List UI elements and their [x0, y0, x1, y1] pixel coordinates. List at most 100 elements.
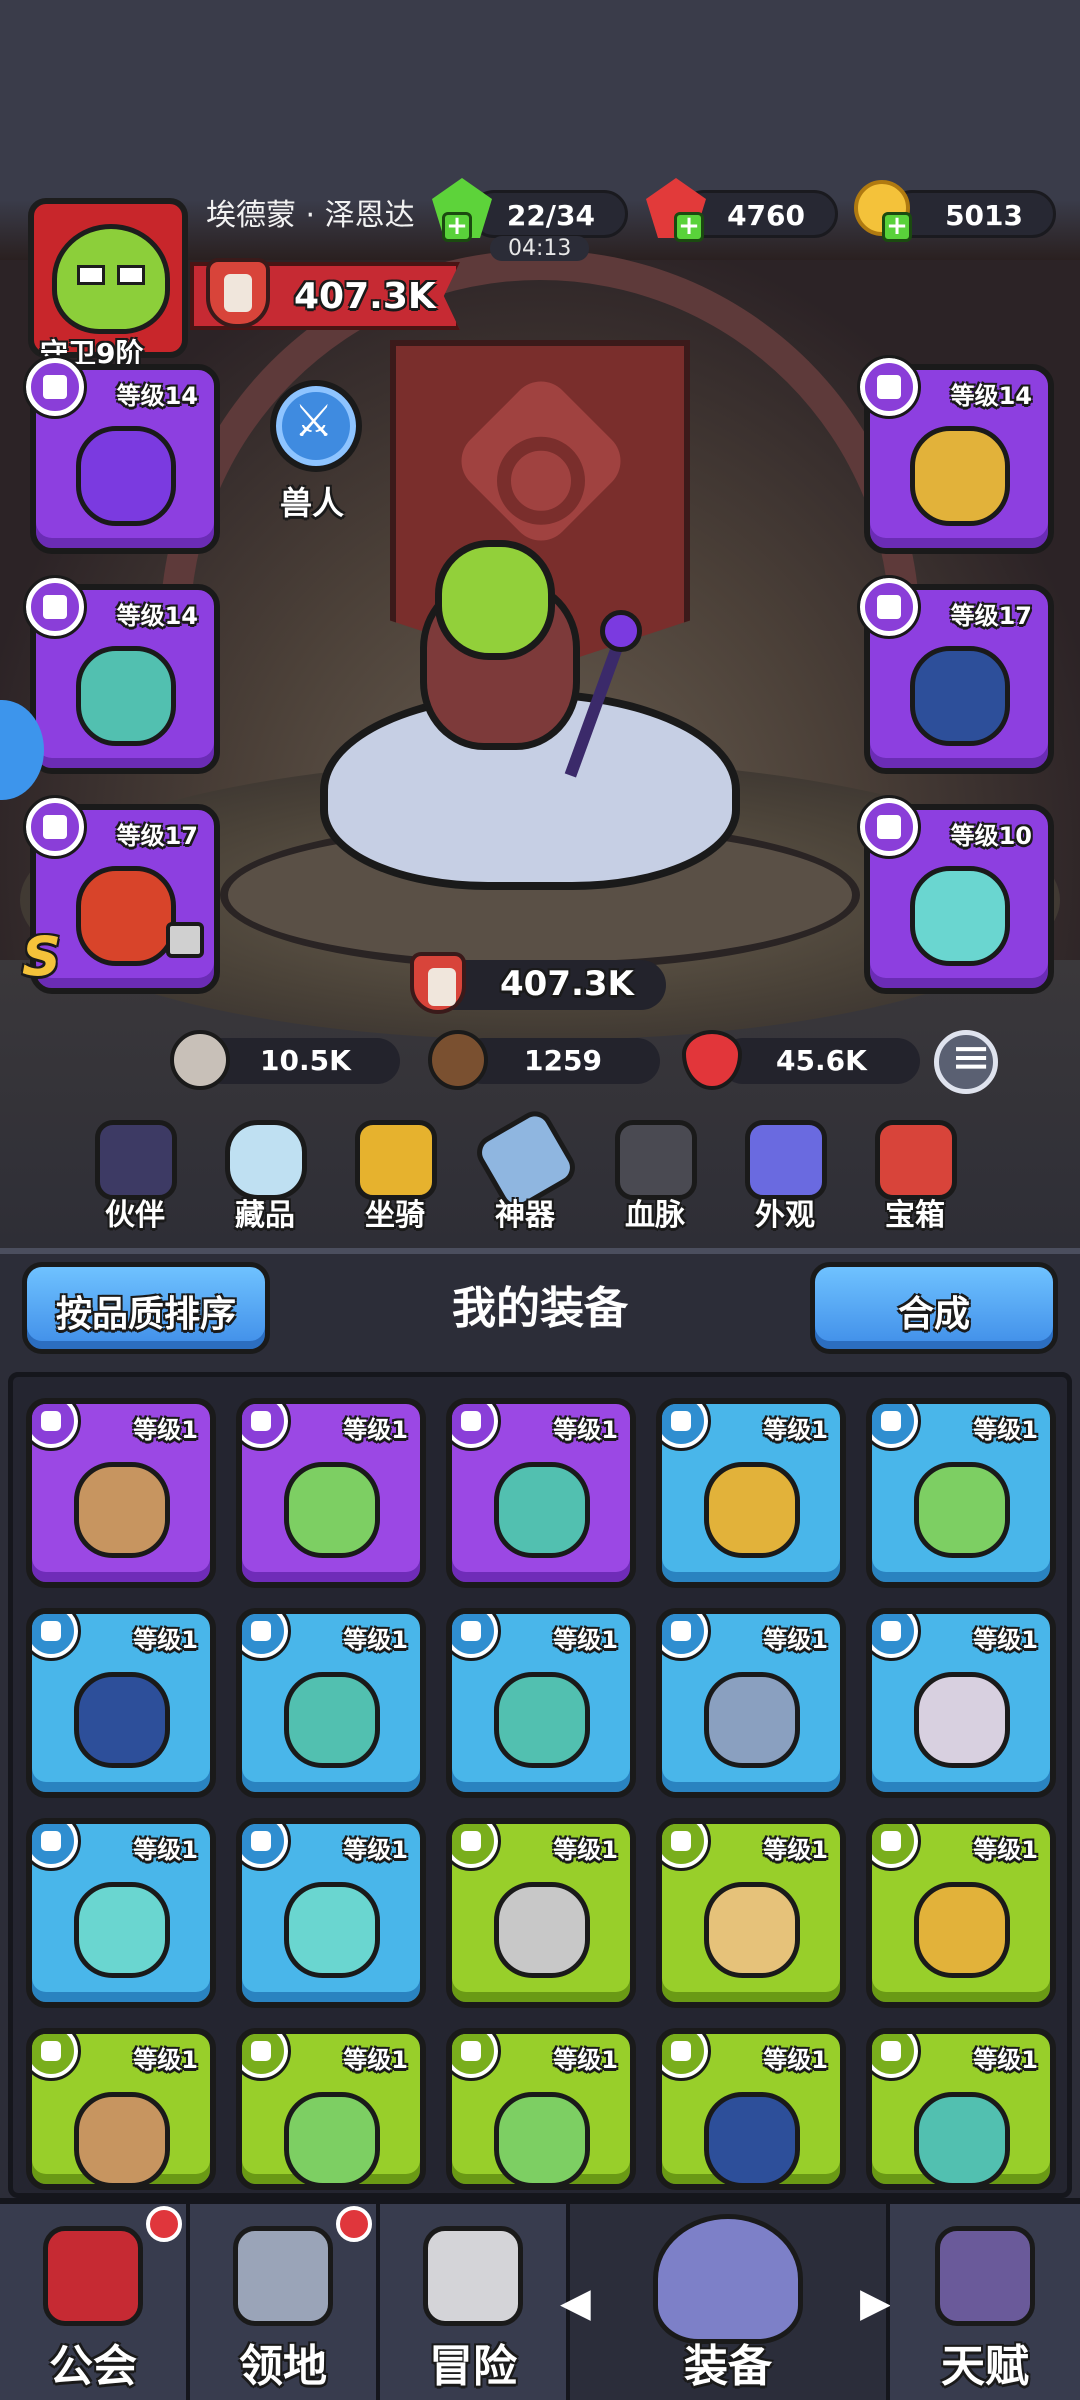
nav-label: 领地	[239, 2341, 327, 2392]
stats-detail-button[interactable]	[934, 1029, 998, 1094]
mask-amulet-icon	[910, 866, 1010, 966]
feature-chest[interactable]: 宝箱	[860, 1120, 970, 1240]
weapon-slot-icon	[23, 355, 87, 419]
item-slot-type-icon	[662, 2034, 711, 2081]
item-level: 等级1	[973, 1626, 1038, 1654]
inventory-item[interactable]: 等级1	[656, 2028, 846, 2190]
item-level: 等级1	[763, 1416, 828, 1444]
teal-ring-icon	[284, 1672, 380, 1768]
vest-icon	[74, 1462, 170, 1558]
gem-add-button[interactable]: +	[674, 212, 704, 242]
inventory-item[interactable]: 等级1	[26, 1818, 216, 2008]
inventory-item[interactable]: 等级1	[26, 1608, 216, 1798]
equip-slot-necklace-1[interactable]: 等级17 S	[22, 795, 220, 994]
inventory-item[interactable]: 等级1	[446, 1608, 636, 1798]
inventory-item[interactable]: 等级1	[236, 2028, 426, 2190]
inventory-item[interactable]: 等级1	[236, 1818, 426, 2008]
feature-label: 坐骑	[365, 1198, 425, 1233]
ring-icon	[76, 646, 176, 746]
power-axe-icon	[206, 258, 270, 328]
energy-pill[interactable]: 22/34	[470, 190, 628, 238]
nav-equipment[interactable]: 装备	[570, 2204, 890, 2400]
bloodline-crest-icon	[615, 1120, 697, 1200]
hammer-icon	[494, 1882, 590, 1978]
hp-value: 45.6K	[776, 1044, 867, 1077]
defense-value: 1259	[524, 1044, 602, 1077]
inventory-item[interactable]: 等级1	[866, 2028, 1056, 2190]
nav-left-arrow-icon: ◀	[560, 2280, 591, 2326]
green-ring-icon	[914, 1462, 1010, 1558]
nav-label: 公会	[49, 2341, 137, 2392]
item-slot-type-icon	[452, 1824, 501, 1871]
feature-label: 神器	[495, 1198, 555, 1233]
green-ring-icon	[284, 2092, 380, 2184]
item-slot-type-icon	[452, 2034, 501, 2081]
castle-icon	[233, 2226, 333, 2326]
item-slot-type-icon	[242, 1824, 291, 1871]
item-level: 等级1	[763, 1836, 828, 1864]
slot-level: 等级17	[116, 822, 198, 850]
feature-collection[interactable]: 藏品	[210, 1120, 320, 1240]
item-level: 等级1	[133, 1836, 198, 1864]
gold-pill[interactable]: 5013	[888, 190, 1056, 238]
defense-stat: 1259	[460, 1038, 660, 1084]
merge-button[interactable]: 合成	[810, 1262, 1058, 1354]
gold-value: 5013	[945, 199, 1023, 232]
helmet-icon	[653, 2214, 803, 2344]
gem-value: 4760	[727, 199, 805, 232]
inventory-item[interactable]: 等级1	[656, 1608, 846, 1798]
ring-slot-icon	[857, 575, 921, 639]
item-slot-type-icon	[242, 2034, 291, 2081]
item-level: 等级1	[343, 2046, 408, 2074]
feature-bloodline[interactable]: 血脉	[600, 1120, 710, 1240]
nav-adventure[interactable]: 冒险	[380, 2204, 570, 2400]
inventory-item[interactable]: 等级1	[866, 1818, 1056, 2008]
inventory-item[interactable]: 等级1	[656, 1398, 846, 1588]
feature-label: 外观	[755, 1198, 815, 1233]
hero-power-value: 407.3K	[500, 964, 634, 1004]
item-level: 等级1	[553, 1416, 618, 1444]
feature-appearance[interactable]: 外观	[730, 1120, 840, 1240]
dark-ring-icon	[704, 2092, 800, 2184]
slot-level: 等级14	[116, 382, 198, 410]
equip-slot-ring-2[interactable]: 等级17	[857, 575, 1054, 774]
mask-amulet-icon	[284, 1882, 380, 1978]
feature-companion[interactable]: 伙伴	[80, 1120, 190, 1240]
item-level: 等级1	[973, 2046, 1038, 2074]
item-slot-type-icon	[32, 2034, 81, 2081]
inventory-item[interactable]: 等级1	[656, 1818, 846, 2008]
inventory-item[interactable]: 等级1	[236, 1608, 426, 1798]
item-level: 等级1	[553, 1836, 618, 1864]
equip-slot-necklace-2[interactable]: 等级10	[857, 795, 1054, 994]
energy-add-button[interactable]: +	[442, 212, 472, 242]
horseshoe-icon	[355, 1120, 437, 1200]
player-power-value: 407.3K	[294, 276, 436, 317]
energy-value: 22/34	[506, 199, 595, 232]
lock-icon	[166, 922, 204, 958]
nav-talent[interactable]: 天赋	[890, 2204, 1080, 2400]
skull-amulet-icon	[914, 1672, 1010, 1768]
feature-artifact[interactable]: 神器	[470, 1104, 582, 1240]
inventory-item[interactable]: 等级1	[26, 1398, 216, 1588]
item-level: 等级1	[133, 1626, 198, 1654]
companion-icon	[95, 1120, 177, 1200]
inventory-item[interactable]: 等级1	[26, 2028, 216, 2190]
feature-mount[interactable]: 坐骑	[340, 1120, 450, 1240]
item-level: 等级1	[553, 1626, 618, 1654]
gold-add-button[interactable]: +	[882, 212, 912, 242]
inventory-item[interactable]: 等级1	[446, 1398, 636, 1588]
hero-character	[300, 500, 740, 940]
item-level: 等级1	[763, 1626, 828, 1654]
talent-book-icon	[935, 2226, 1035, 2326]
equip-slot-ring-1[interactable]: 等级14	[23, 575, 220, 774]
item-slot-type-icon	[32, 1824, 81, 1871]
inventory-item[interactable]: 等级1	[446, 1818, 636, 2008]
inventory-item[interactable]: 等级1	[866, 1398, 1056, 1588]
race-orc-icon[interactable]	[270, 380, 362, 472]
inventory-item[interactable]: 等级1	[236, 1398, 426, 1588]
bone-staff-icon	[704, 1882, 800, 1978]
equip-slot-armor[interactable]: 等级14	[857, 355, 1054, 554]
inventory-item[interactable]: 等级1	[866, 1608, 1056, 1798]
equip-slot-weapon[interactable]: 等级14	[23, 355, 220, 554]
inventory-item[interactable]: 等级1	[446, 2028, 636, 2190]
